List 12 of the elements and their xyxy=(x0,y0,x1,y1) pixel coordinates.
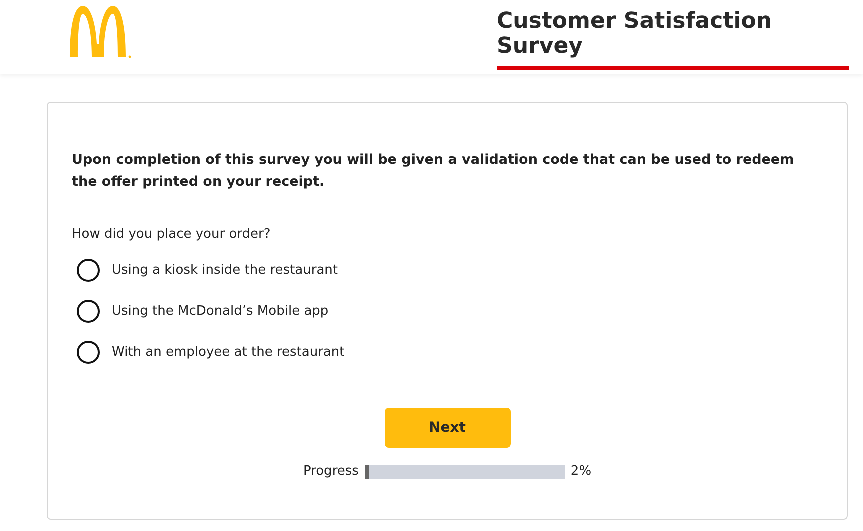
option-label[interactable]: With an employee at the restaurant xyxy=(112,345,345,360)
radio-button[interactable] xyxy=(77,259,100,282)
option-label[interactable]: Using a kiosk inside the restaurant xyxy=(112,263,338,278)
radio-button[interactable] xyxy=(77,300,100,323)
question-text: How did you place your order? xyxy=(72,227,272,242)
page-title: Customer Satisfaction Survey xyxy=(497,8,774,59)
progress-label: Progress xyxy=(303,464,359,479)
next-button[interactable]: Next xyxy=(384,408,510,448)
radio-button[interactable] xyxy=(77,341,100,364)
progress-reading: 2% xyxy=(570,464,592,479)
intro-text: Upon completion of this survey you will be given a validation code that can be used to redeem the offer printed on your receipt. xyxy=(72,151,796,192)
option-label[interactable]: Using the McDonald’s Mobile app xyxy=(112,304,329,319)
